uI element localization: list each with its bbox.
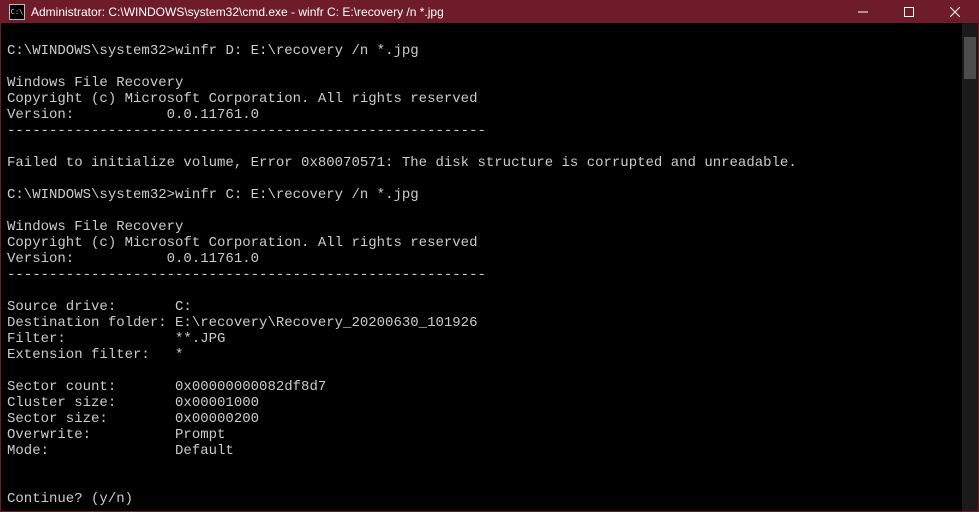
info-mode: Mode: Default	[7, 443, 234, 459]
prompt: C:\WINDOWS\system32>	[7, 187, 175, 203]
info-filter: Filter: **.JPG	[7, 331, 225, 347]
info-cluster-size: Cluster size: 0x00001000	[7, 395, 259, 411]
info-overwrite: Overwrite: Prompt	[7, 427, 225, 443]
minimize-icon	[858, 7, 868, 17]
separator: ----------------------------------------…	[7, 267, 486, 283]
window-controls	[840, 1, 978, 23]
program-name: Windows File Recovery	[7, 219, 183, 235]
close-button[interactable]	[932, 1, 978, 23]
scroll-thumb[interactable]	[964, 37, 976, 79]
content-area: C:\WINDOWS\system32>winfr D: E:\recovery…	[1, 23, 978, 511]
terminal-output[interactable]: C:\WINDOWS\system32>winfr D: E:\recovery…	[1, 23, 962, 511]
program-name: Windows File Recovery	[7, 75, 183, 91]
vertical-scrollbar[interactable]	[962, 23, 978, 511]
window-title: Administrator: C:\WINDOWS\system32\cmd.e…	[31, 5, 840, 19]
copyright-line: Copyright (c) Microsoft Corporation. All…	[7, 91, 477, 107]
close-icon	[950, 7, 960, 17]
maximize-icon	[904, 7, 914, 17]
info-sector-count: Sector count: 0x00000000082df8d7	[7, 379, 326, 395]
info-destination: Destination folder: E:\recovery\Recovery…	[7, 315, 477, 331]
maximize-button[interactable]	[886, 1, 932, 23]
prompt: C:\WINDOWS\system32>	[7, 43, 175, 59]
command-text: winfr D: E:\recovery /n *.jpg	[175, 43, 419, 59]
blank-line	[7, 27, 15, 43]
info-source-drive: Source drive: C:	[7, 299, 192, 315]
version-line: Version: 0.0.11761.0	[7, 251, 259, 267]
command-text: winfr C: E:\recovery /n *.jpg	[175, 187, 419, 203]
cmd-window: Administrator: C:\WINDOWS\system32\cmd.e…	[0, 0, 979, 512]
error-message: Failed to initialize volume, Error 0x800…	[7, 155, 797, 171]
minimize-button[interactable]	[840, 1, 886, 23]
separator: ----------------------------------------…	[7, 123, 486, 139]
version-line: Version: 0.0.11761.0	[7, 107, 259, 123]
info-ext-filter: Extension filter: *	[7, 347, 183, 363]
info-sector-size: Sector size: 0x00000200	[7, 411, 259, 427]
titlebar[interactable]: Administrator: C:\WINDOWS\system32\cmd.e…	[1, 1, 978, 23]
copyright-line: Copyright (c) Microsoft Corporation. All…	[7, 235, 477, 251]
continue-prompt: Continue? (y/n)	[7, 491, 141, 507]
cmd-icon	[9, 4, 25, 20]
